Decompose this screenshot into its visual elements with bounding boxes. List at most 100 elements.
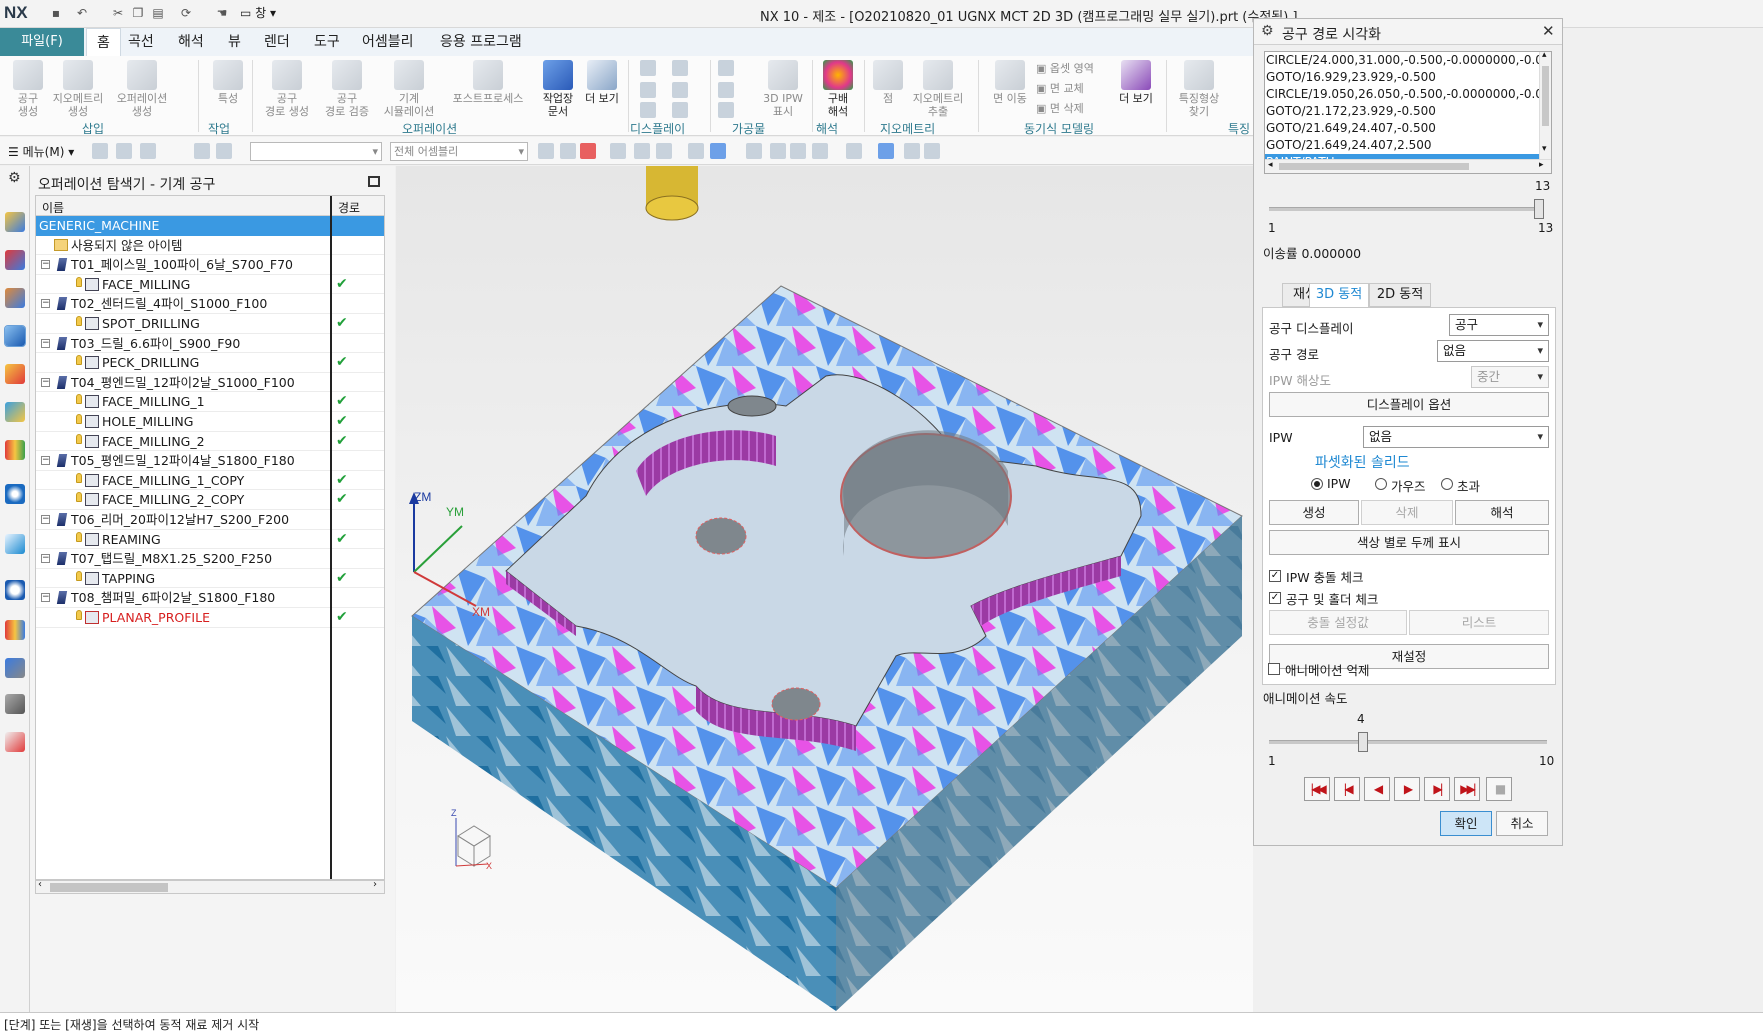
more-button[interactable]: 더 보기 [574, 60, 630, 105]
collapse-icon[interactable]: − [41, 456, 50, 466]
ok-button[interactable]: 확인 [1440, 811, 1492, 836]
offset-region-button[interactable]: ▣ 옵셋 영역 [1036, 60, 1094, 76]
view-icon[interactable] [812, 143, 828, 159]
fast-forward-to-end-icon[interactable]: ▶▶| [1454, 777, 1480, 801]
cl-source-list[interactable]: CIRCLE/24.000,31.000,-0.500,-0.0000000,-… [1264, 51, 1552, 174]
assembly-navigator-icon[interactable] [5, 212, 25, 232]
save-icon[interactable]: ▪ [48, 5, 64, 21]
paste-icon[interactable]: ▤ [150, 5, 166, 21]
collapse-icon[interactable]: − [41, 554, 50, 564]
filter-icon[interactable] [194, 143, 210, 159]
column-path-header[interactable]: 경로 [338, 199, 360, 216]
undo-icon[interactable]: ↶ [74, 5, 90, 21]
copy-icon[interactable]: ❐ [130, 5, 146, 21]
stop-icon[interactable]: ■ [1486, 777, 1512, 801]
palette-icon[interactable] [5, 620, 25, 640]
create-button[interactable]: 생성 [1269, 500, 1359, 525]
extract-geometry-button[interactable]: 지오메트리 추출 [904, 60, 972, 118]
replace-face-button[interactable]: ▣ 면 교체 [1036, 80, 1084, 96]
chevron-right-icon[interactable]: › [373, 879, 377, 890]
cut-icon[interactable]: ✂ [110, 5, 126, 21]
verify-toolpath-button[interactable]: 공구 경로 검증 [316, 60, 378, 118]
workpiece-icon[interactable] [718, 82, 734, 98]
cube-icon[interactable] [710, 143, 726, 159]
properties-button[interactable]: 특성 [200, 60, 256, 105]
collapse-icon[interactable]: − [41, 593, 50, 603]
collision-settings-button[interactable]: 충돌 설정값 [1269, 610, 1407, 635]
maximize-icon[interactable] [368, 176, 380, 187]
cancel-button[interactable]: 취소 [1496, 811, 1548, 836]
collapse-icon[interactable]: − [41, 515, 50, 524]
step-forward-icon[interactable]: ▶| [1424, 777, 1450, 801]
excess-radio[interactable] [1441, 478, 1453, 490]
thickness-by-color-button[interactable]: 색상 별로 두께 표시 [1269, 530, 1549, 555]
column-name-header[interactable]: 이름 [42, 199, 64, 216]
filter-icon[interactable] [116, 143, 132, 159]
snap-icon[interactable] [634, 143, 650, 159]
clock-icon[interactable] [5, 580, 25, 600]
view-icon[interactable] [924, 143, 940, 159]
chevron-up-icon[interactable]: ▴ [1542, 52, 1547, 60]
snap-icon[interactable] [610, 143, 626, 159]
workpiece-icon[interactable] [718, 102, 734, 118]
render-style-icon[interactable] [846, 143, 862, 159]
chevron-left-icon[interactable]: ‹ [38, 879, 42, 890]
snap-icon[interactable] [688, 143, 704, 159]
workpiece-icon[interactable] [718, 60, 734, 76]
view-icon[interactable] [770, 143, 786, 159]
scrollbar-thumb[interactable] [1542, 66, 1549, 126]
select-box-icon[interactable] [656, 143, 672, 159]
tab-render[interactable]: 렌더 [254, 28, 300, 56]
machine-simulation-button[interactable]: 기계 시뮬레이션 [376, 60, 442, 118]
tool-icon[interactable] [5, 658, 25, 678]
machine-tool-navigator-icon[interactable] [5, 364, 25, 384]
part-navigator-icon[interactable] [5, 288, 25, 308]
feature-navigator-icon[interactable] [5, 402, 25, 422]
analyze-button[interactable]: 해석 [1455, 500, 1549, 525]
chevron-down-icon[interactable]: ▾ [1542, 144, 1547, 154]
speed-slider-thumb[interactable] [1358, 732, 1368, 752]
operation-navigator-icon[interactable] [4, 325, 26, 347]
report-icon[interactable] [5, 732, 25, 752]
collapse-icon[interactable]: − [41, 260, 50, 270]
type-filter-combo[interactable]: ▾ [250, 142, 382, 161]
touch-mode-icon[interactable]: ☚ [214, 5, 230, 21]
step-slider-track[interactable] [1269, 199, 1544, 219]
display-icon[interactable] [672, 82, 688, 98]
more-sync-button[interactable]: 더 보기 [1108, 60, 1164, 105]
collapse-icon[interactable]: − [41, 338, 50, 348]
tab-analysis[interactable]: 해석 [168, 28, 214, 56]
gear-icon[interactable]: ⚙ [8, 170, 21, 186]
tool-path-select[interactable]: 없음 [1437, 340, 1549, 362]
tab-assembly[interactable]: 어셈블리 [352, 28, 424, 56]
step-slider-thumb[interactable] [1534, 199, 1544, 219]
cube-icon[interactable] [878, 143, 894, 159]
window-menu[interactable]: ▭ 창 ▾ [240, 4, 276, 21]
part-3d-view[interactable]: ZM YM XM Z X [396, 166, 1253, 1012]
play-backward-icon[interactable]: ◀ [1364, 777, 1390, 801]
close-icon[interactable]: ✕ [1542, 22, 1555, 40]
scrollbar-thumb[interactable] [1279, 163, 1469, 170]
history-icon[interactable] [5, 534, 25, 554]
view-icon[interactable] [904, 143, 920, 159]
assembly-scope-combo[interactable]: 전체 어셈블리 ▾ [390, 142, 528, 161]
list-item[interactable]: GOTO/21.649,24.407,2.500 [1265, 137, 1539, 154]
list-item[interactable]: GOTO/21.649,24.407,-0.500 [1265, 120, 1539, 137]
list-item[interactable]: GOTO/21.172,23.929,-0.500 [1265, 103, 1539, 120]
filter-icon[interactable] [140, 143, 156, 159]
tab-home[interactable]: 홈 [86, 28, 121, 56]
tab-applications[interactable]: 응용 프로그램 [430, 28, 532, 56]
list-button[interactable]: 리스트 [1409, 610, 1549, 635]
chevron-right-icon[interactable]: ▸ [1539, 160, 1544, 170]
list-item[interactable]: GOTO/16.929,23.929,-0.500 [1265, 69, 1539, 86]
list-item[interactable]: CIRCLE/24.000,31.000,-0.500,-0.0000000,-… [1265, 52, 1539, 69]
postprocess-button[interactable]: 포스트프로세스 [444, 60, 532, 105]
tab-2d-dynamic[interactable]: 2D 동적 [1369, 283, 1431, 307]
view-triad[interactable]: Z X [451, 808, 492, 871]
speed-slider-track[interactable] [1269, 732, 1547, 752]
repeat-command-icon[interactable]: ⟳ [178, 5, 194, 21]
draft-analysis-button[interactable]: 구배 해석 [810, 60, 866, 118]
scrollbar-thumb[interactable] [50, 883, 168, 892]
web-browser-icon[interactable] [5, 484, 25, 504]
filter-icon[interactable] [216, 143, 232, 159]
